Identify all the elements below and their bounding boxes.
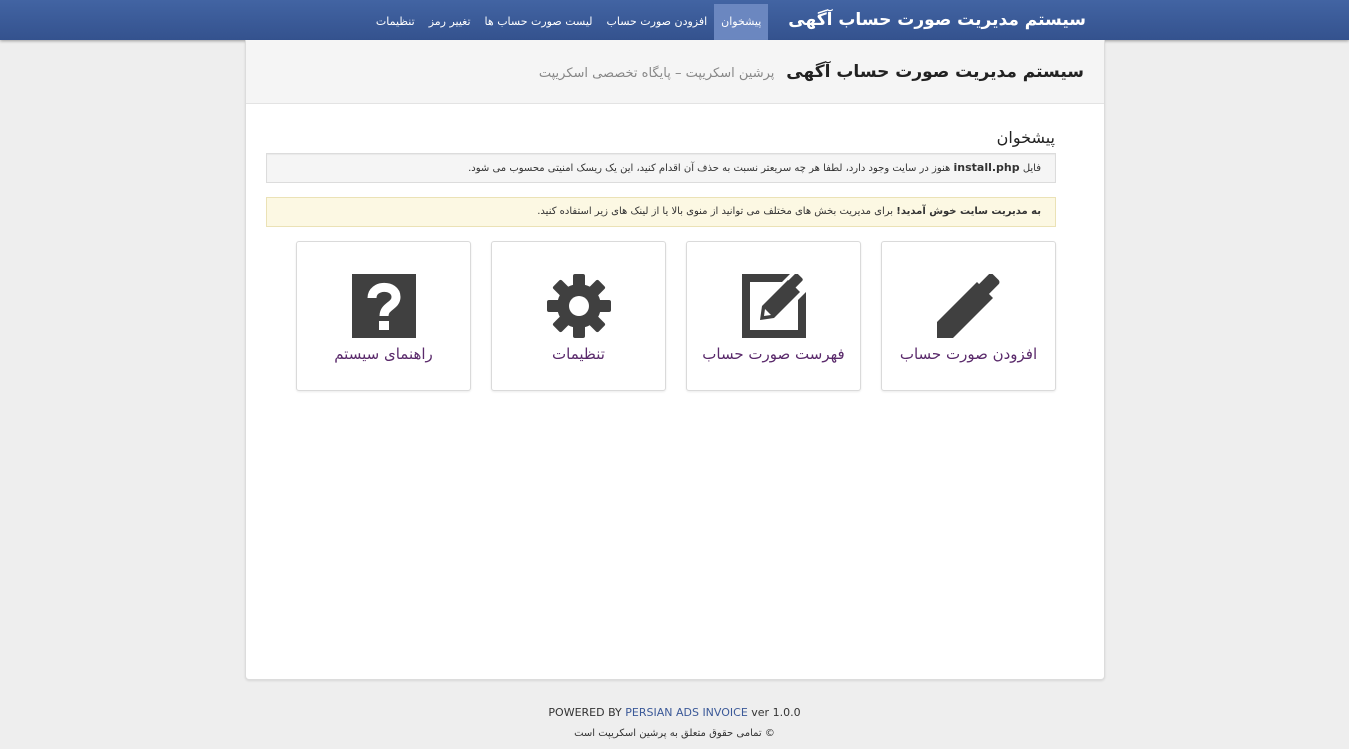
tile-add-invoice[interactable]: افزودن صورت حساب	[881, 241, 1056, 391]
warning-message: هنوز در سایت وجود دارد، لطفا هر چه سریعت…	[468, 163, 951, 174]
gear-icon	[547, 274, 611, 338]
nav-item-change-password[interactable]: تغییر رمز	[422, 4, 478, 40]
warning-prefix: فایل	[1022, 163, 1041, 174]
nav-menu: پیشخوان افزودن صورت حساب لیست صورت حساب …	[369, 0, 769, 40]
nav-item-dashboard[interactable]: پیشخوان	[714, 4, 769, 40]
page-title-text: سیستم مدیریت صورت حساب آگهی	[786, 61, 1084, 82]
welcome-message: برای مدیریت بخش های مختلف می توانید از م…	[537, 206, 894, 217]
footer-product-link[interactable]: PERSIAN ADS INVOICE	[625, 706, 748, 719]
page-header: سیستم مدیریت صورت حساب آگهی پرشین اسکریپ…	[246, 40, 1104, 104]
footer: POWERED BY PERSIAN ADS INVOICE ver 1.0.0…	[0, 706, 1349, 746]
tile-label: افزودن صورت حساب	[899, 345, 1038, 363]
tile-label: راهنمای سیستم	[334, 345, 433, 363]
tile-help[interactable]: راهنمای سیستم	[296, 241, 471, 391]
footer-version: ver 1.0.0	[751, 706, 801, 719]
edit-icon	[742, 274, 806, 338]
footer-powered: POWERED BY PERSIAN ADS INVOICE ver 1.0.0	[0, 706, 1349, 724]
footer-powered-prefix: POWERED BY	[548, 706, 622, 719]
tile-settings[interactable]: تنظیمات	[491, 241, 666, 391]
nav-item-settings[interactable]: تنظیمات	[369, 4, 422, 40]
welcome-alert: به مدیریت سایت خوش آمدید! برای مدیریت بخ…	[266, 197, 1056, 227]
tile-label: فهرست صورت حساب	[702, 345, 845, 363]
pencil-icon	[937, 274, 1000, 338]
page-subtitle: پرشین اسکریپت – پایگاه تخصصی اسکریپت	[538, 65, 775, 81]
tile-invoice-list[interactable]: فهرست صورت حساب	[686, 241, 861, 391]
page-title: سیستم مدیریت صورت حساب آگهی پرشین اسکریپ…	[539, 62, 1084, 82]
welcome-strong: به مدیریت سایت خوش آمدید!	[896, 206, 1041, 217]
tile-label: تنظیمات	[552, 345, 605, 363]
nav-item-invoice-list[interactable]: لیست صورت حساب ها	[478, 4, 600, 40]
shortcut-tiles: افزودن صورت حساب فهرست صورت حساب تنظیمات…	[296, 241, 1056, 391]
navbar-brand[interactable]: سیستم مدیریت صورت حساب آگهی	[768, 10, 1086, 30]
question-icon	[352, 274, 416, 338]
warning-filename: install.php	[953, 161, 1020, 174]
top-navbar: سیستم مدیریت صورت حساب آگهی پیشخوان افزو…	[0, 0, 1349, 40]
install-warning: فایل install.php هنوز در سایت وجود دارد،…	[266, 153, 1056, 183]
nav-item-add-invoice[interactable]: افزودن صورت حساب	[599, 4, 714, 40]
footer-copyright: © تمامی حقوق متعلق به پرشین اسکریپت است	[574, 728, 775, 739]
main-container: سیستم مدیریت صورت حساب آگهی پرشین اسکریپ…	[245, 40, 1105, 680]
section-title: پیشخوان	[996, 128, 1055, 147]
